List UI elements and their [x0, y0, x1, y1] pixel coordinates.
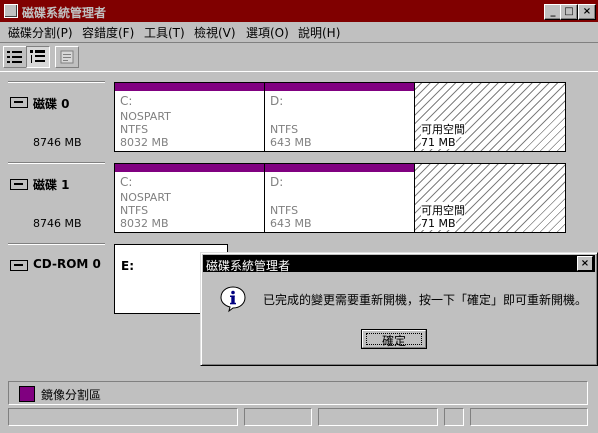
partition-label: NOSPART: [120, 110, 171, 123]
dialog-message: 已完成的變更需要重新開機，按一下「確定」即可重新開機。: [263, 293, 588, 307]
disk-1-free-space[interactable]: 可用空間 71 MB: [415, 164, 565, 232]
status-pane: [470, 408, 588, 426]
status-pane: [8, 408, 238, 426]
cdrom-letter: E:: [121, 259, 134, 273]
window-title-bar[interactable]: 磁碟系統管理者 _ □ ×: [0, 0, 598, 22]
toolbar: [0, 42, 598, 72]
free-space-label: 可用空間: [421, 121, 465, 137]
status-area: 鏡像分割區: [0, 378, 598, 433]
status-pane: [444, 408, 464, 426]
info-icon: [220, 286, 246, 313]
divider: [8, 81, 105, 83]
hard-disk-icon: [10, 179, 28, 190]
ok-button-label: 確定: [381, 334, 406, 348]
divider: [8, 162, 105, 164]
close-button[interactable]: ×: [578, 4, 596, 20]
ok-button[interactable]: 確定: [361, 329, 427, 349]
disk-1-bar: C: NOSPART NTFS 8032 MB D: NTFS 643 MB 可…: [114, 163, 566, 233]
legend: 鏡像分割區: [8, 381, 588, 405]
free-space-label: 可用空間: [421, 202, 465, 218]
partition-letter: C:: [120, 175, 133, 189]
partition-fs: NTFS: [270, 204, 299, 217]
disk-0-size: 8746 MB: [33, 136, 82, 149]
restart-dialog: 磁碟系統管理者 × 已完成的變更需要重新開機，按一下「確定」即可重新開機。 確定: [200, 252, 598, 366]
partition-size: 643 MB: [270, 136, 312, 149]
partition-letter: D:: [270, 175, 284, 189]
disk-0-partition-d[interactable]: D: NTFS 643 MB: [265, 83, 415, 151]
mirror-stripe: [115, 83, 264, 91]
partition-label: NOSPART: [120, 191, 171, 204]
partition-letter: C:: [120, 94, 133, 108]
status-pane: [244, 408, 312, 426]
maximize-button[interactable]: □: [560, 4, 578, 20]
window-title: 磁碟系統管理者: [22, 6, 107, 20]
partition-fs: NTFS: [120, 123, 149, 136]
menu-view[interactable]: 檢視(V): [194, 24, 236, 41]
properties-icon[interactable]: [55, 46, 79, 68]
disk-1-size: 8746 MB: [33, 217, 82, 230]
mirror-stripe: [115, 164, 264, 172]
volumes-view-icon[interactable]: [3, 46, 27, 68]
disk-1-partition-d[interactable]: D: NTFS 643 MB: [265, 164, 415, 232]
disk-0-free-space[interactable]: 可用空間 71 MB: [415, 83, 565, 151]
partition-letter: D:: [270, 94, 284, 108]
free-space-size: 71 MB: [421, 136, 456, 149]
disk-0-name: 磁碟 0: [33, 97, 70, 111]
divider: [8, 243, 105, 245]
menu-partition[interactable]: 磁碟分割(P): [8, 24, 73, 41]
dialog-title: 磁碟系統管理者: [206, 259, 291, 273]
menu-help[interactable]: 說明(H): [298, 24, 340, 41]
hard-disk-icon: [10, 97, 28, 108]
mirror-stripe: [265, 83, 414, 91]
legend-label: 鏡像分割區: [41, 388, 102, 402]
menu-fault-tolerance[interactable]: 容錯度(F): [82, 24, 134, 41]
partition-size: 643 MB: [270, 217, 312, 230]
disk-0-partition-c[interactable]: C: NOSPART NTFS 8032 MB: [115, 83, 265, 151]
disk-config-view-icon[interactable]: [26, 46, 50, 68]
partition-size: 8032 MB: [120, 136, 169, 149]
cdrom-name: CD-ROM 0: [33, 257, 101, 271]
cdrom-icon: [10, 260, 28, 271]
dialog-close-button[interactable]: ×: [577, 256, 593, 271]
disk-0-bar: C: NOSPART NTFS 8032 MB D: NTFS 643 MB 可…: [114, 82, 566, 152]
mirror-legend-swatch: [19, 386, 35, 402]
dialog-title-bar[interactable]: 磁碟系統管理者 ×: [203, 255, 595, 273]
app-icon[interactable]: [4, 4, 18, 18]
mirror-stripe: [265, 164, 414, 172]
free-space-size: 71 MB: [421, 217, 456, 230]
menu-bar: 磁碟分割(P) 容錯度(F) 工具(T) 檢視(V) 選項(O) 說明(H): [0, 22, 598, 40]
menu-options[interactable]: 選項(O): [246, 24, 289, 41]
status-pane: [318, 408, 438, 426]
menu-tools[interactable]: 工具(T): [144, 24, 185, 41]
partition-fs: NTFS: [270, 123, 299, 136]
disk-1-name: 磁碟 1: [33, 178, 70, 192]
partition-size: 8032 MB: [120, 217, 169, 230]
partition-fs: NTFS: [120, 204, 149, 217]
disk-1-partition-c[interactable]: C: NOSPART NTFS 8032 MB: [115, 164, 265, 232]
